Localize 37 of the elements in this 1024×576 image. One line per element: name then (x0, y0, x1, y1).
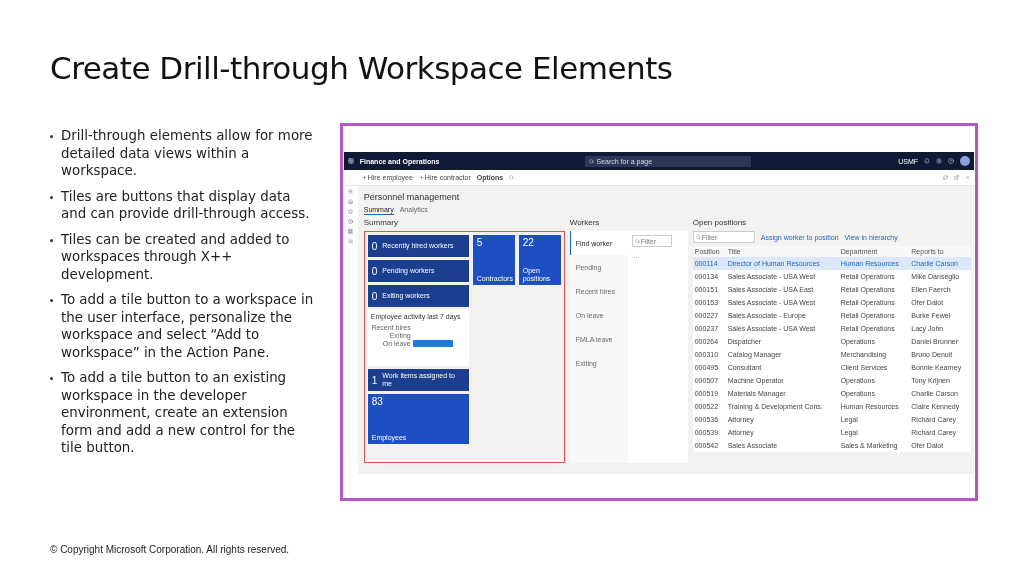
open-new-icon[interactable] (954, 175, 959, 180)
list-icon[interactable] (348, 239, 354, 244)
search-icon[interactable] (509, 175, 515, 180)
clock-icon[interactable] (348, 219, 354, 224)
refresh-icon[interactable] (943, 175, 948, 180)
bullet-icon (50, 299, 53, 302)
section-heading: Workers (569, 218, 601, 227)
plus-icon (361, 175, 367, 180)
bullet-text: To add a tile button to a workspace in the user interface, personalize the workspace and select “Add to workspace” in the Action Pane. (61, 291, 315, 361)
menu-icon[interactable] (348, 189, 354, 194)
plus-icon (418, 175, 424, 180)
search-icon (634, 238, 640, 244)
bullet-icon (50, 195, 53, 199)
grid-icon[interactable] (348, 229, 354, 234)
bullet-icon (50, 377, 53, 380)
bell-icon[interactable] (924, 158, 930, 164)
slide-title: Create Drill-through Workspace Elements (50, 50, 674, 86)
page-title: Personnel management (363, 192, 461, 202)
settings-icon[interactable] (936, 158, 942, 164)
home-icon[interactable] (348, 199, 354, 204)
search-icon (695, 234, 701, 240)
star-icon[interactable] (348, 209, 354, 214)
help-icon[interactable] (948, 158, 954, 164)
app-launcher-icon[interactable] (347, 158, 354, 164)
chart-bar (412, 340, 453, 347)
avatar[interactable] (960, 156, 970, 166)
search-icon (589, 158, 595, 164)
bullet-icon (50, 238, 53, 242)
bullet-text: Tiles can be created and added to workspaces through X++ development. (61, 230, 291, 283)
copyright-text: © Copyright Microsoft Corporation. All rights reserved. (50, 544, 291, 555)
bullet-text: Tiles are buttons that display data and can provide drill-through access. (61, 187, 311, 223)
close-icon[interactable] (965, 175, 970, 180)
bullet-text: Drill-through elements allow for more detailed data views within a workspace. (61, 127, 314, 180)
section-heading: Summary (363, 218, 399, 227)
bullet-text: To add a tile button to an existing workspace in the developer environment, create an extension form and add a new control for the tile button. (61, 369, 297, 457)
section-heading: Open positions (692, 218, 748, 227)
bullet-icon (50, 135, 53, 138)
